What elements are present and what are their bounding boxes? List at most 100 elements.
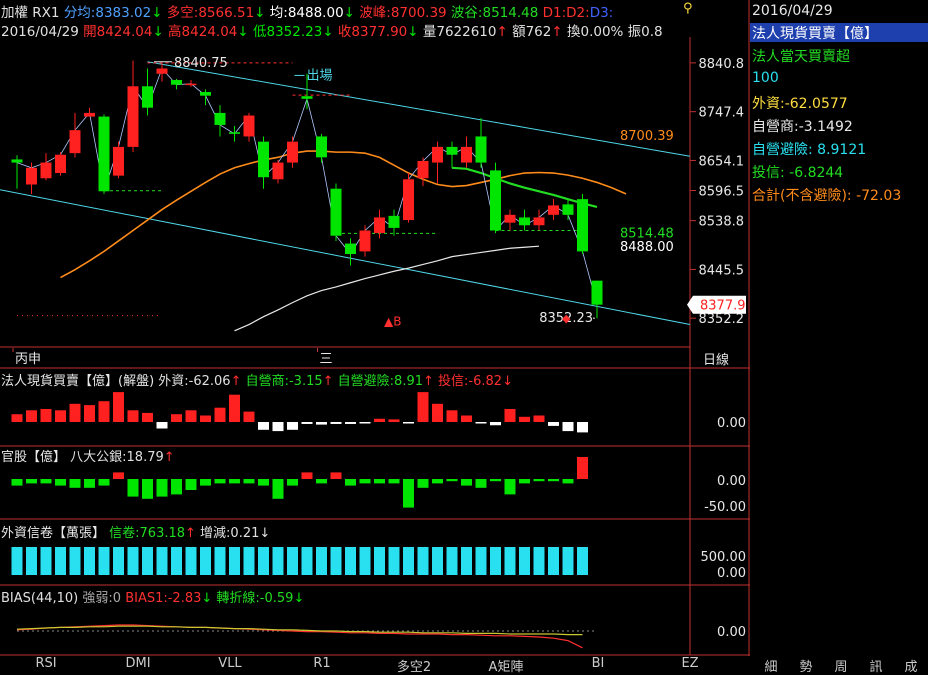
pane3-y-label: 0.00	[717, 566, 746, 581]
candle-body	[577, 199, 588, 252]
candle-body	[156, 68, 168, 74]
bar	[417, 547, 429, 575]
candle-body	[388, 215, 400, 228]
candle-body	[243, 115, 255, 137]
bar	[272, 479, 284, 499]
bar	[40, 409, 52, 422]
legend-item: ↓	[502, 374, 513, 389]
period-label: 日線	[703, 352, 729, 368]
pane4-y-label: 0.00	[717, 625, 746, 640]
bar	[113, 472, 124, 479]
bar	[214, 479, 226, 484]
bar	[84, 405, 95, 422]
bar	[432, 547, 443, 575]
candle-body	[127, 86, 139, 147]
x-axis-label: 三	[320, 352, 333, 367]
bar	[69, 479, 81, 488]
legend-item: ↓	[293, 591, 304, 606]
legend-item: 自營避險:8.91	[338, 374, 423, 389]
bar	[55, 547, 66, 575]
bar	[519, 547, 530, 575]
bar	[316, 547, 327, 575]
tab-多空2[interactable]: 多空2	[376, 656, 452, 675]
bar	[84, 479, 95, 488]
candle-body	[591, 280, 603, 305]
bar	[374, 547, 385, 575]
channel-upper-line	[147, 61, 691, 157]
legend-item: ↓	[259, 526, 270, 541]
last-price-label: 8377.9	[700, 299, 746, 314]
bar	[316, 479, 327, 484]
tab-r1[interactable]: R1	[284, 656, 360, 673]
bar	[461, 479, 472, 486]
legend-item: 強弱:0	[82, 591, 125, 606]
legend-item: 投信:-6.82	[438, 373, 502, 389]
candle-body	[446, 146, 458, 155]
candle-body	[316, 136, 327, 158]
bar	[214, 547, 226, 575]
bar	[156, 479, 168, 497]
bar	[301, 422, 313, 424]
candle-body	[229, 132, 240, 134]
pane-title: 官股【億】	[1, 449, 70, 465]
pane2-y-label: 0.00	[717, 474, 746, 489]
bar	[490, 422, 501, 426]
candle-body	[374, 217, 385, 234]
bar	[171, 479, 182, 495]
bar	[548, 547, 559, 575]
candle-body	[142, 86, 153, 108]
bar	[403, 547, 414, 575]
panel-title[interactable]: 法人現貨買賣【億】	[750, 23, 928, 42]
tab-rsi[interactable]: RSI	[8, 656, 84, 673]
tab-vll[interactable]: VLL	[192, 656, 268, 673]
candle-body	[272, 162, 284, 180]
candle-body	[11, 159, 23, 163]
tab-ez[interactable]: EZ	[652, 656, 728, 673]
legend-item: 外資:-62.06	[158, 374, 230, 389]
legend-item: 增減:0.21	[200, 525, 259, 541]
y-tick-label: 8654.1	[699, 154, 745, 169]
bar	[156, 422, 168, 429]
bar	[185, 547, 197, 575]
bar	[504, 479, 516, 495]
bar	[316, 422, 327, 425]
bar	[475, 422, 487, 424]
candle-body	[330, 188, 342, 236]
annotation-average: 8488.00	[620, 240, 674, 255]
bar	[359, 479, 371, 484]
bar	[171, 414, 182, 422]
annotation-wave-trough: 8514.48	[620, 226, 674, 241]
bar	[330, 547, 342, 575]
bar	[388, 547, 400, 575]
side-tab[interactable]: 訊	[861, 656, 891, 675]
bar	[461, 547, 472, 575]
bar	[142, 412, 153, 422]
pane2-y-label: -50.00	[704, 500, 746, 515]
bar	[519, 479, 530, 484]
tab-a矩陣[interactable]: A矩陣	[468, 656, 544, 675]
bar	[200, 547, 211, 575]
legend-item: BIAS(44,10)	[1, 591, 82, 606]
candle-body	[562, 204, 574, 215]
candle-body	[548, 205, 559, 215]
tab-bi[interactable]: BI	[560, 656, 636, 673]
bar	[301, 472, 313, 479]
candle-body	[98, 116, 110, 192]
bar	[330, 472, 342, 479]
pane-legend: BIAS(44,10) 強弱:0 BIAS1:-2.83↓ 轉折線:-0.59↓	[1, 590, 304, 606]
side-tab[interactable]: 成	[896, 656, 926, 675]
tab-dmi[interactable]: DMI	[100, 656, 176, 673]
candle-body	[403, 179, 414, 221]
side-tab[interactable]: 細	[756, 656, 786, 675]
legend-item: ↓	[201, 591, 216, 606]
legend-item: 八大公銀:18.79	[70, 450, 164, 465]
candle-body	[26, 167, 37, 185]
panel-foreign: 外資:-62.0577	[752, 96, 848, 112]
bar	[446, 410, 458, 422]
side-tab[interactable]: 勢	[791, 656, 821, 675]
bar	[258, 422, 269, 430]
bar	[40, 547, 52, 575]
bar	[185, 479, 197, 490]
panel-total: 合計(不含避險): -72.03	[752, 188, 902, 204]
side-tab[interactable]: 周	[826, 656, 856, 675]
